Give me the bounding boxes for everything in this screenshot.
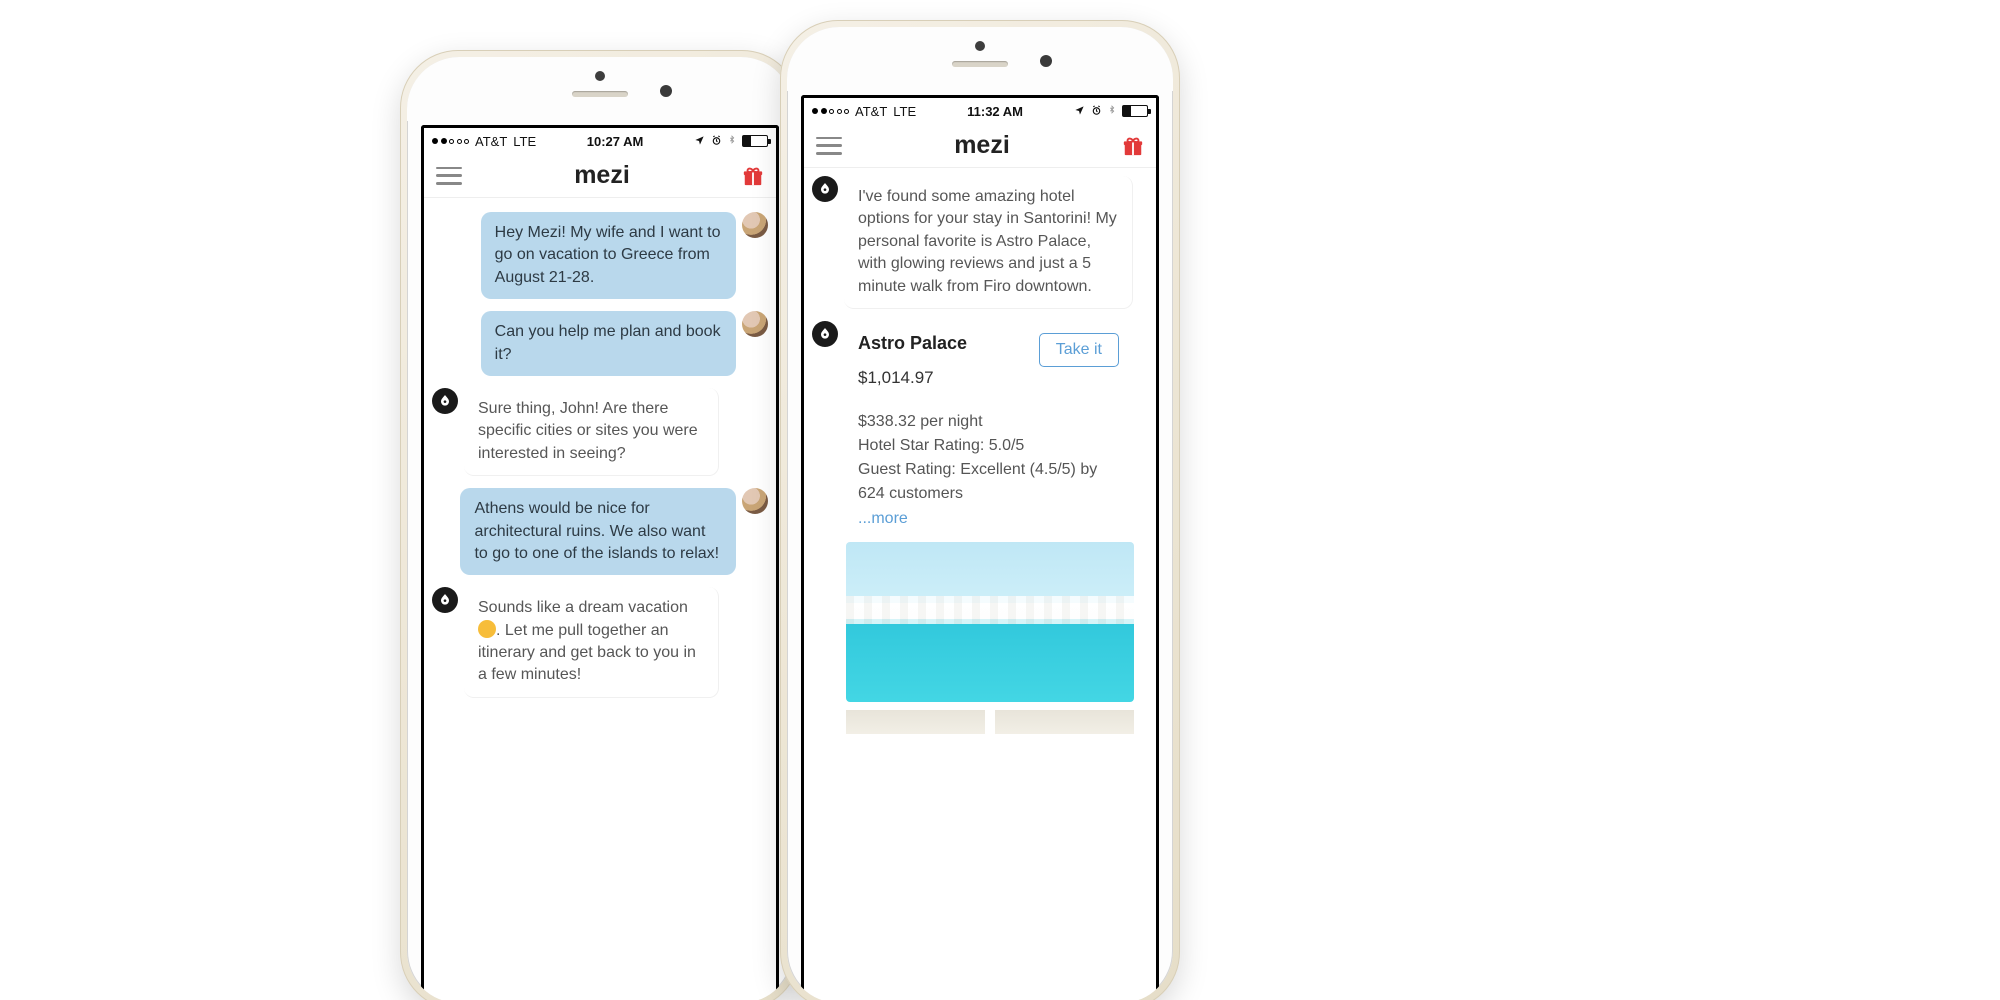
message-user-2: Can you help me plan and book it? [432, 311, 768, 376]
hotel-star-rating: Hotel Star Rating: 5.0/5 [858, 434, 1119, 458]
status-time: 10:27 AM [536, 134, 694, 149]
more-link[interactable]: ...more [858, 510, 1119, 528]
hotel-name: Astro Palace [858, 333, 967, 354]
hotel-card-row: Astro Palace $1,014.97 Take it $338.32 p… [812, 321, 1148, 528]
phone-earpiece-right [787, 27, 1173, 91]
message-bot-intro: I've found some amazing hotel options fo… [812, 176, 1148, 309]
gift-icon[interactable] [1122, 135, 1144, 157]
location-icon [1074, 104, 1085, 119]
app-header: mezi [804, 124, 1156, 168]
avatar-bot [432, 388, 458, 414]
message-user-1: Hey Mezi! My wife and I want to go on va… [432, 212, 768, 299]
phone-earpiece-left [407, 57, 793, 121]
avatar-user [742, 488, 768, 514]
hotel-hero-image[interactable] [846, 542, 1134, 702]
bubble-text: I've found some amazing hotel options fo… [844, 176, 1133, 309]
status-bar: AT&T LTE 10:27 AM [424, 128, 776, 154]
chat-body: Hey Mezi! My wife and I want to go on va… [424, 198, 776, 1000]
status-bar: AT&T LTE 11:32 AM [804, 98, 1156, 124]
bubble-text: Sure thing, John! Are there specific cit… [464, 388, 719, 476]
hotel-guest-rating: Guest Rating: Excellent (4.5/5) by 624 c… [858, 458, 1119, 506]
message-bot-2: Sounds like a dream vacation . Let me pu… [432, 587, 768, 698]
bubble-text: Hey Mezi! My wife and I want to go on va… [481, 212, 736, 299]
menu-icon[interactable] [436, 167, 462, 185]
bluetooth-icon [728, 133, 736, 149]
chat-body: I've found some amazing hotel options fo… [804, 168, 1156, 1000]
battery-icon [742, 135, 768, 147]
alarm-icon [1091, 104, 1102, 119]
bubble-text: Athens would be nice for architectural r… [460, 488, 736, 575]
hotel-thumb[interactable] [995, 710, 1134, 734]
avatar-bot [812, 321, 838, 347]
avatar-bot [812, 176, 838, 202]
avatar-user [742, 212, 768, 238]
hotel-thumb[interactable] [846, 710, 985, 734]
phone-right: AT&T LTE 11:32 AM [780, 20, 1180, 1000]
battery-icon [1122, 105, 1148, 117]
app-title: mezi [574, 161, 630, 190]
location-icon [694, 134, 705, 149]
hotel-price: $1,014.97 [858, 368, 967, 388]
app-header: mezi [424, 154, 776, 198]
menu-icon[interactable] [816, 137, 842, 155]
carrier-label: AT&T [475, 134, 507, 149]
hotel-thumb-strip[interactable] [846, 710, 1134, 734]
app-title: mezi [954, 131, 1010, 160]
carrier-label: AT&T [855, 104, 887, 119]
signal-dots-icon [432, 138, 469, 144]
bluetooth-icon [1108, 103, 1116, 119]
bubble-text: Sounds like a dream vacation . Let me pu… [464, 587, 719, 698]
avatar-user [742, 311, 768, 337]
avatar-bot [432, 587, 458, 613]
hotel-nightly: $338.32 per night [858, 410, 1119, 434]
bubble-text: Can you help me plan and book it? [481, 311, 736, 376]
phone-left: AT&T LTE 10:27 AM [400, 50, 800, 1000]
signal-dots-icon [812, 108, 849, 114]
status-time: 11:32 AM [916, 104, 1074, 119]
hotel-card: Astro Palace $1,014.97 Take it $338.32 p… [844, 321, 1133, 528]
message-bot-1: Sure thing, John! Are there specific cit… [432, 388, 768, 476]
take-it-button[interactable]: Take it [1039, 333, 1119, 367]
network-label: LTE [513, 134, 536, 149]
smile-emoji-icon [478, 620, 496, 638]
alarm-icon [711, 134, 722, 149]
message-user-3: Athens would be nice for architectural r… [432, 488, 768, 575]
gift-icon[interactable] [742, 165, 764, 187]
screen-left: AT&T LTE 10:27 AM [421, 125, 779, 1000]
network-label: LTE [893, 104, 916, 119]
screen-right: AT&T LTE 11:32 AM [801, 95, 1159, 1000]
